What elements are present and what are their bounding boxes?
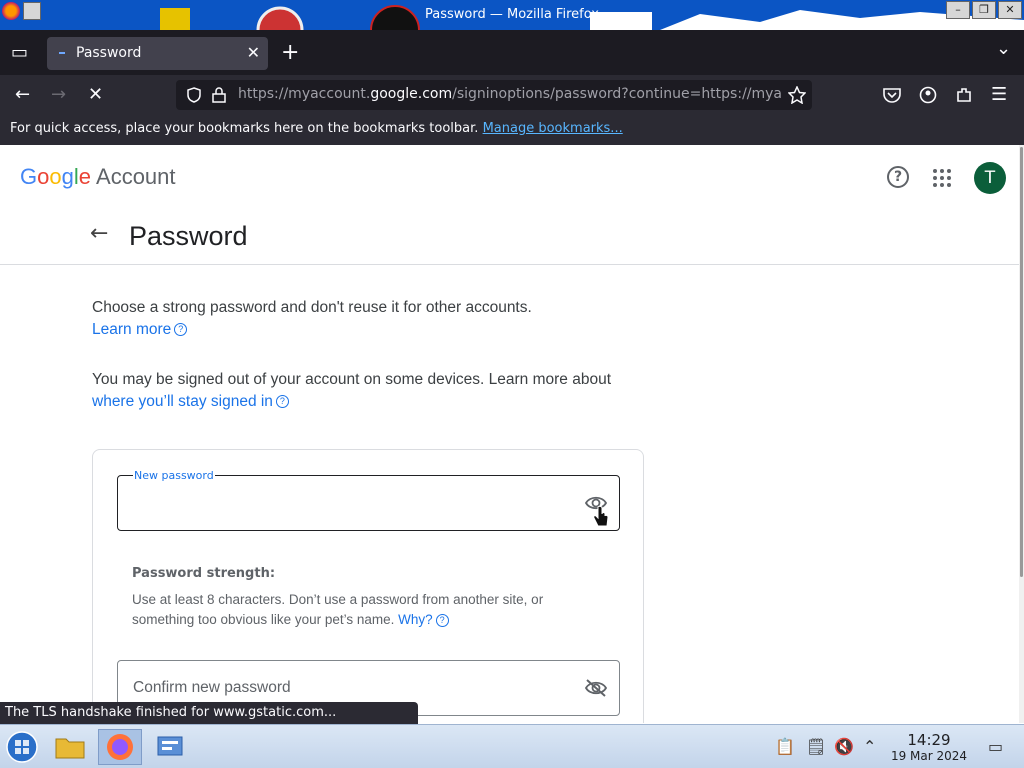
help-circle-icon: ? <box>435 613 449 627</box>
stop-loading-button[interactable]: ✕ <box>88 84 103 105</box>
lock-icon[interactable] <box>212 87 226 103</box>
signout-text: You may be signed out of your account on… <box>92 371 611 411</box>
page-title-row: ← Password <box>0 209 1019 265</box>
clock-time: 14:29 <box>907 731 951 749</box>
hide-password-eye-off-icon[interactable] <box>585 679 607 697</box>
clock-date: 19 Mar 2024 <box>890 749 968 763</box>
menu-icon[interactable]: ☰ <box>991 84 1007 105</box>
avatar[interactable]: T <box>974 162 1006 194</box>
password-strength-description: Use at least 8 characters. Don’t use a p… <box>132 592 544 627</box>
maximize-button[interactable]: ❐ <box>972 1 996 19</box>
show-desktop-icon[interactable]: ▭ <box>988 737 1003 756</box>
intro-sentence: Choose a strong password and don't reuse… <box>92 299 532 316</box>
page-scrollbar[interactable] <box>1019 145 1024 723</box>
password-form-card: New password Password strength: Use at l… <box>92 449 644 723</box>
google-account-logo[interactable]: Google Account <box>20 164 176 190</box>
account-icon[interactable] <box>919 86 937 104</box>
tab-password[interactable]: Password ✕ <box>47 37 268 70</box>
why-link[interactable]: Why?? <box>398 612 449 627</box>
folder-icon <box>55 738 85 759</box>
window-title: Password — Mozilla Firefox <box>425 7 599 22</box>
account-label: Account <box>96 164 176 189</box>
password-strength-title: Password strength: <box>132 566 276 581</box>
back-arrow-icon[interactable]: ← <box>90 221 108 246</box>
notes-icon[interactable]: 🗒 <box>806 737 826 756</box>
web-page: Google Account ? T ← Password Choose a st… <box>0 145 1019 723</box>
taskbar: 📋 🗒 🔇 ⌃ 14:29 19 Mar 2024 ▭ <box>0 724 1024 768</box>
pocket-icon[interactable] <box>883 87 901 103</box>
firefox-taskbar-button[interactable] <box>98 729 142 765</box>
google-wordmark: Google <box>20 164 92 189</box>
clipboard-icon[interactable]: 📋 <box>775 737 795 756</box>
control-panel-button[interactable] <box>150 729 194 765</box>
start-menu-button[interactable] <box>2 729 46 765</box>
page-title: Password <box>129 221 248 251</box>
google-apps-icon[interactable] <box>933 169 951 187</box>
stay-signed-in-link[interactable]: where you’ll stay signed in? <box>92 393 289 410</box>
taskbar-clock[interactable]: 14:29 19 Mar 2024 <box>888 731 970 763</box>
file-manager-button[interactable] <box>50 729 94 765</box>
tab-close-icon[interactable]: ✕ <box>247 43 260 62</box>
navigation-toolbar: ← → ✕ https://myaccount.google.com/signi… <box>0 75 1024 115</box>
intro-text: Choose a strong password and don't reuse… <box>92 299 532 339</box>
extensions-icon[interactable] <box>955 86 973 104</box>
new-tab-button[interactable]: + <box>281 40 299 65</box>
settings-monitor-icon <box>157 736 183 756</box>
new-password-field[interactable]: New password <box>117 469 620 531</box>
bookmarks-toolbar: For quick access, place your bookmarks h… <box>0 115 1024 145</box>
scrollbar-thumb[interactable] <box>1020 147 1023 577</box>
window-titlebar: Password — Mozilla Firefox – ❐ ✕ <box>0 0 1024 30</box>
close-button[interactable]: ✕ <box>998 1 1022 19</box>
status-message: The TLS handshake finished for www.gstat… <box>0 702 418 724</box>
shield-icon[interactable] <box>186 87 202 103</box>
learn-more-link[interactable]: Learn more? <box>92 321 188 338</box>
list-all-tabs-button[interactable]: ⌄ <box>996 38 1011 59</box>
confirm-password-placeholder: Confirm new password <box>133 679 291 696</box>
tab-label: Password <box>76 45 142 61</box>
back-button[interactable]: ← <box>15 84 30 105</box>
google-account-header: Google Account ? T <box>0 145 1019 209</box>
firefox-view-icon[interactable]: ▭ <box>11 42 28 63</box>
url-bar[interactable]: https://myaccount.google.com/signinoptio… <box>176 80 812 110</box>
bookmark-star-icon[interactable] <box>788 86 806 104</box>
forward-button[interactable]: → <box>51 84 66 105</box>
help-circle-icon: ? <box>174 323 188 337</box>
manage-bookmarks-link[interactable]: Manage bookmarks... <box>483 121 623 136</box>
start-orb-icon <box>6 731 38 763</box>
signout-sentence: You may be signed out of your account on… <box>92 371 612 388</box>
mouse-pointer-hand-icon <box>593 506 609 527</box>
bookmarks-message: For quick access, place your bookmarks h… <box>10 121 479 136</box>
volume-muted-icon[interactable]: 🔇 <box>834 737 854 756</box>
tab-strip: ▭ Password ✕ + ⌄ <box>0 30 1024 75</box>
google-favicon-icon <box>59 52 65 54</box>
help-circle-icon: ? <box>275 395 289 409</box>
help-icon[interactable]: ? <box>887 166 909 188</box>
new-password-label: New password <box>133 469 215 482</box>
url-text: https://myaccount.google.com/signinoptio… <box>238 86 782 102</box>
firefox-icon <box>107 734 133 760</box>
minimize-button[interactable]: – <box>946 1 970 19</box>
chevron-up-icon[interactable]: ⌃ <box>863 737 876 756</box>
